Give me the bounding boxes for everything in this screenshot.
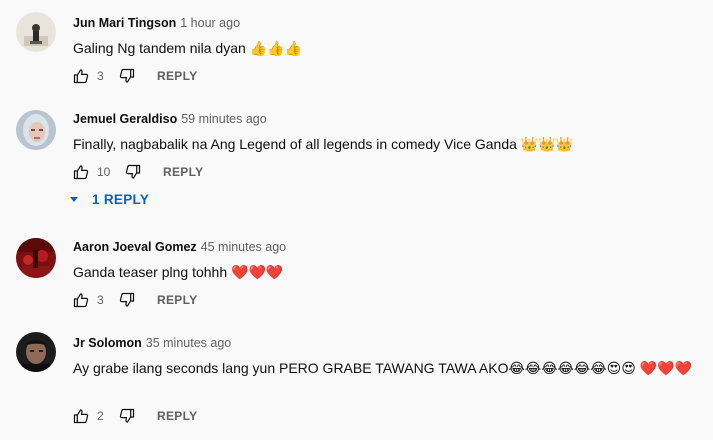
- thumbs-up-icon[interactable]: [73, 68, 89, 84]
- like-count: 2: [97, 409, 104, 423]
- thumbs-down-icon[interactable]: [125, 164, 141, 180]
- avatar[interactable]: [16, 12, 56, 52]
- avatar[interactable]: [16, 332, 56, 372]
- avatar[interactable]: [16, 110, 56, 150]
- comment-text: Galing Ng tandem nila dyan 👍👍👍: [73, 40, 302, 56]
- avatar[interactable]: [16, 238, 56, 278]
- author-name[interactable]: Aaron Joeval Gomez: [73, 240, 197, 254]
- comment-header: Jemuel Geraldiso 59 minutes ago: [73, 111, 703, 127]
- author-name[interactable]: Jun Mari Tingson: [73, 16, 176, 30]
- reply-button[interactable]: REPLY: [157, 293, 197, 307]
- like-count: 3: [97, 293, 104, 307]
- reply-button[interactable]: REPLY: [157, 409, 197, 423]
- thumbs-down-icon[interactable]: [119, 408, 135, 424]
- reply-button[interactable]: REPLY: [163, 165, 203, 179]
- comment-header: Aaron Joeval Gomez 45 minutes ago: [73, 239, 703, 255]
- comment-text: Finally, nagbabalik na Ang Legend of all…: [73, 136, 574, 152]
- author-name[interactable]: Jr Solomon: [73, 336, 142, 350]
- like-count: 3: [97, 69, 104, 83]
- comment-time[interactable]: 1 hour ago: [180, 16, 240, 30]
- avatar-image: [16, 12, 56, 52]
- like-count: 10: [97, 165, 111, 179]
- thumbs-up-icon[interactable]: [73, 408, 89, 424]
- comment-text: Ay grabe ilang seconds lang yun PERO GRA…: [73, 360, 693, 376]
- comment-actions: 10 REPLY: [73, 162, 203, 182]
- reply-button[interactable]: REPLY: [157, 69, 197, 83]
- comment-header: Jr Solomon 35 minutes ago: [73, 335, 703, 351]
- thumbs-up-icon[interactable]: [73, 164, 89, 180]
- comment-actions: 2 REPLY: [73, 406, 197, 426]
- avatar-image: [16, 110, 56, 150]
- avatar-image: [16, 238, 56, 278]
- view-replies-label: 1 REPLY: [92, 192, 150, 207]
- comment-time[interactable]: 45 minutes ago: [201, 240, 286, 254]
- thumbs-down-icon[interactable]: [119, 292, 135, 308]
- comment-header: Jun Mari Tingson 1 hour ago: [73, 15, 703, 31]
- caret-down-icon: [70, 197, 78, 202]
- comment-time[interactable]: 59 minutes ago: [181, 112, 266, 126]
- thumbs-down-icon[interactable]: [119, 68, 135, 84]
- view-replies-button[interactable]: 1 REPLY: [70, 192, 149, 207]
- thumbs-up-icon[interactable]: [73, 292, 89, 308]
- author-name[interactable]: Jemuel Geraldiso: [73, 112, 177, 126]
- avatar-image: [16, 332, 56, 372]
- comment-actions: 3 REPLY: [73, 66, 197, 86]
- comment-text: Ganda teaser plng tohhh ❤️❤️❤️: [73, 264, 284, 280]
- comment-time[interactable]: 35 minutes ago: [146, 336, 231, 350]
- comment-actions: 3 REPLY: [73, 290, 197, 310]
